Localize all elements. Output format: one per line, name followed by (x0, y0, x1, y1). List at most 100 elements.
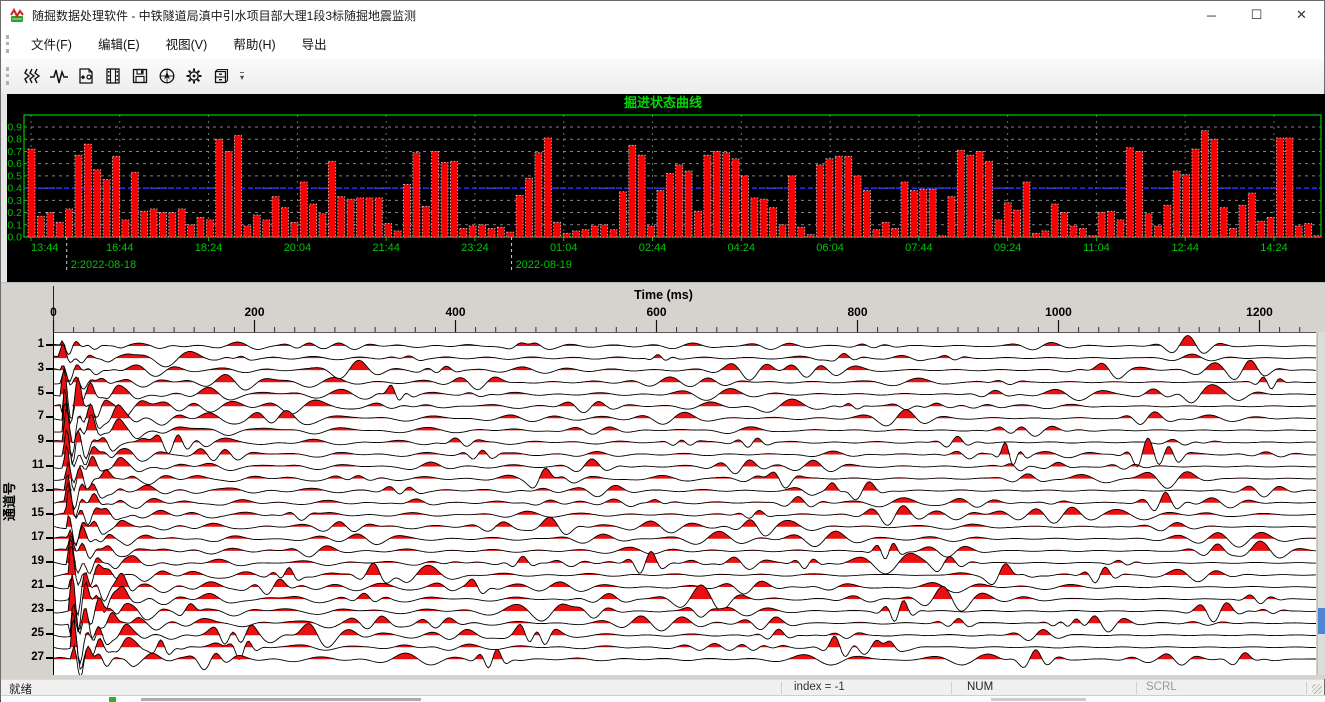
svg-text:400: 400 (445, 305, 465, 319)
channel-axis: 通道号 13579111315171921232527 (3, 332, 53, 675)
channel-label-21: 21 (14, 579, 44, 591)
status-num-indicator: NUM (967, 681, 993, 693)
menu-item-1[interactable]: 编辑(E) (85, 30, 153, 57)
svg-text:2022-08-19: 2022-08-19 (516, 259, 572, 271)
svg-text:2:2022-08-18: 2:2022-08-18 (71, 259, 136, 271)
channel-tick (46, 513, 53, 515)
channel-label-9: 9 (14, 434, 44, 446)
svg-text:800: 800 (847, 305, 867, 319)
maximize-button[interactable]: ☐ (1234, 1, 1279, 29)
channel-label-19: 19 (14, 555, 44, 567)
channel-tick (46, 537, 53, 539)
svg-text:09:24: 09:24 (994, 242, 1022, 254)
resize-grip[interactable] (1312, 684, 1322, 694)
trace-channel-27 (54, 646, 1316, 675)
multi-waveform-icon (22, 66, 42, 86)
archive-icon (211, 66, 231, 86)
svg-text:0.6: 0.6 (7, 158, 22, 170)
notebook-icon (76, 66, 96, 86)
svg-text:200: 200 (244, 305, 264, 319)
multi-waveform-button[interactable] (18, 62, 45, 90)
single-waveform-button[interactable] (45, 62, 72, 90)
app-icon (9, 7, 26, 24)
svg-text:21:44: 21:44 (372, 242, 400, 254)
svg-text:02:44: 02:44 (639, 242, 667, 254)
gear-button[interactable] (180, 62, 207, 90)
app-window: 随掘数据处理软件 - 中铁隧道局滇中引水项目部大理1段3标随掘地震监测 ─☐✕ … (0, 0, 1325, 700)
window-controls: ─☐✕ (1189, 1, 1324, 29)
svg-text:14:24: 14:24 (1260, 242, 1288, 254)
single-waveform-icon (49, 66, 69, 86)
channel-tick (46, 392, 53, 394)
save-button[interactable] (126, 62, 153, 90)
svg-text:0: 0 (50, 305, 57, 319)
menu-item-2[interactable]: 视图(V) (153, 30, 221, 57)
channel-tick (46, 368, 53, 370)
toolbar-grip-icon (6, 67, 12, 85)
menu-grip-icon (6, 35, 12, 53)
status-separator (1136, 682, 1137, 694)
scrollbar-thumb[interactable] (1318, 608, 1325, 634)
svg-text:20:04: 20:04 (284, 242, 312, 254)
trace-channel-26 (54, 620, 1316, 669)
svg-text:04:24: 04:24 (728, 242, 756, 254)
waveform-canvas[interactable] (54, 333, 1316, 675)
channel-label-17: 17 (14, 531, 44, 543)
svg-text:12:44: 12:44 (1171, 242, 1199, 254)
trace-channel-12 (54, 463, 1316, 491)
window-title: 随掘数据处理软件 - 中铁隧道局滇中引水项目部大理1段3标随掘地震监测 (32, 7, 416, 24)
menu-bar: 文件(F)编辑(E)视图(V)帮助(H)导出 (1, 29, 1324, 59)
status-scrl-indicator: SCRL (1146, 681, 1177, 693)
channel-tick (46, 416, 53, 418)
status-separator (1306, 682, 1307, 694)
gear-icon (184, 66, 204, 86)
vertical-scrollbar[interactable] (1317, 332, 1325, 675)
menu-item-3[interactable]: 帮助(H) (220, 30, 288, 57)
bar-chart-canvas[interactable]: 掘进状态曲线0.00.10.20.30.40.50.60.70.80.913:4… (1, 94, 1325, 282)
svg-text:0.9: 0.9 (7, 122, 22, 134)
channel-label-11: 11 (14, 459, 44, 471)
channel-label-27: 27 (14, 651, 44, 663)
svg-text:23:24: 23:24 (461, 242, 489, 254)
svg-text:0.0: 0.0 (7, 232, 22, 244)
trace-channel-23 (54, 574, 1316, 634)
close-button[interactable]: ✕ (1279, 1, 1324, 29)
trace-channel-3 (54, 360, 1316, 381)
svg-text:18:24: 18:24 (195, 242, 223, 254)
svg-text:11:04: 11:04 (1083, 242, 1110, 254)
svg-text:0.2: 0.2 (7, 207, 22, 219)
channel-tick (46, 609, 53, 611)
compass-button[interactable] (153, 62, 180, 90)
channel-tick (46, 344, 53, 346)
channel-tick (46, 489, 53, 491)
time-ruler: 020040060080010001200 (1, 283, 1325, 332)
trace-channel-16 (54, 516, 1316, 546)
menu-item-4[interactable]: 导出 (289, 30, 340, 57)
channel-label-15: 15 (14, 507, 44, 519)
channel-tick (46, 585, 53, 587)
status-separator (781, 682, 782, 694)
channel-label-3: 3 (14, 362, 44, 374)
channel-tick (46, 465, 53, 467)
channel-tick (46, 657, 53, 659)
svg-text:0.3: 0.3 (7, 195, 22, 207)
trace-channel-17 (54, 527, 1316, 548)
minimize-button[interactable]: ─ (1189, 1, 1234, 29)
compass-icon (157, 66, 177, 86)
notebook-button[interactable] (72, 62, 99, 90)
status-index: index = -1 (794, 681, 845, 693)
svg-text:07:44: 07:44 (905, 242, 933, 254)
svg-text:1000: 1000 (1045, 305, 1072, 319)
trace-area[interactable] (53, 332, 1316, 675)
channel-label-13: 13 (14, 483, 44, 495)
archive-button[interactable] (207, 62, 234, 90)
trace-channel-5 (54, 369, 1316, 418)
toolbar-overflow-button[interactable]: ▾ (240, 72, 244, 80)
status-separator (951, 682, 952, 694)
excavation-status-chart: 掘进状态曲线0.00.10.20.30.40.50.60.70.80.913:4… (1, 94, 1325, 282)
trace-channel-19 (54, 539, 1316, 574)
filmstrip-button[interactable] (99, 62, 126, 90)
channel-tick (46, 633, 53, 635)
menu-item-0[interactable]: 文件(F) (18, 30, 85, 57)
channel-label-25: 25 (14, 627, 44, 639)
